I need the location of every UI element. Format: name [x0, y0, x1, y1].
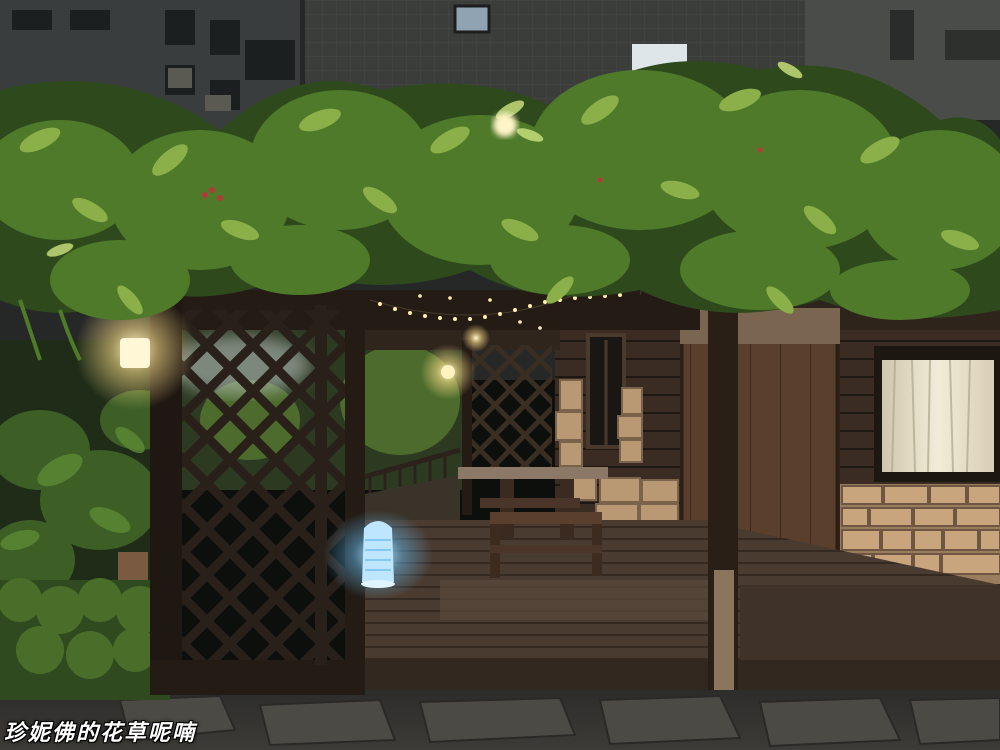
- deck-step: [440, 580, 710, 620]
- right-gate-post: [345, 310, 365, 695]
- garden-cabin-night-photo: 珍妮佛的花草呢喃: [0, 0, 1000, 750]
- photographer-watermark: 珍妮佛的花草呢喃: [4, 720, 197, 746]
- building-window: [453, 4, 491, 34]
- flower-pot: [118, 552, 148, 580]
- curtain: [882, 360, 994, 472]
- cabin-porch: [740, 585, 1000, 665]
- bug-zapper-icon: [323, 510, 433, 600]
- scene-illustration: [0, 0, 1000, 750]
- far-lattice-panel: [472, 345, 552, 470]
- door-lintel: [680, 308, 840, 344]
